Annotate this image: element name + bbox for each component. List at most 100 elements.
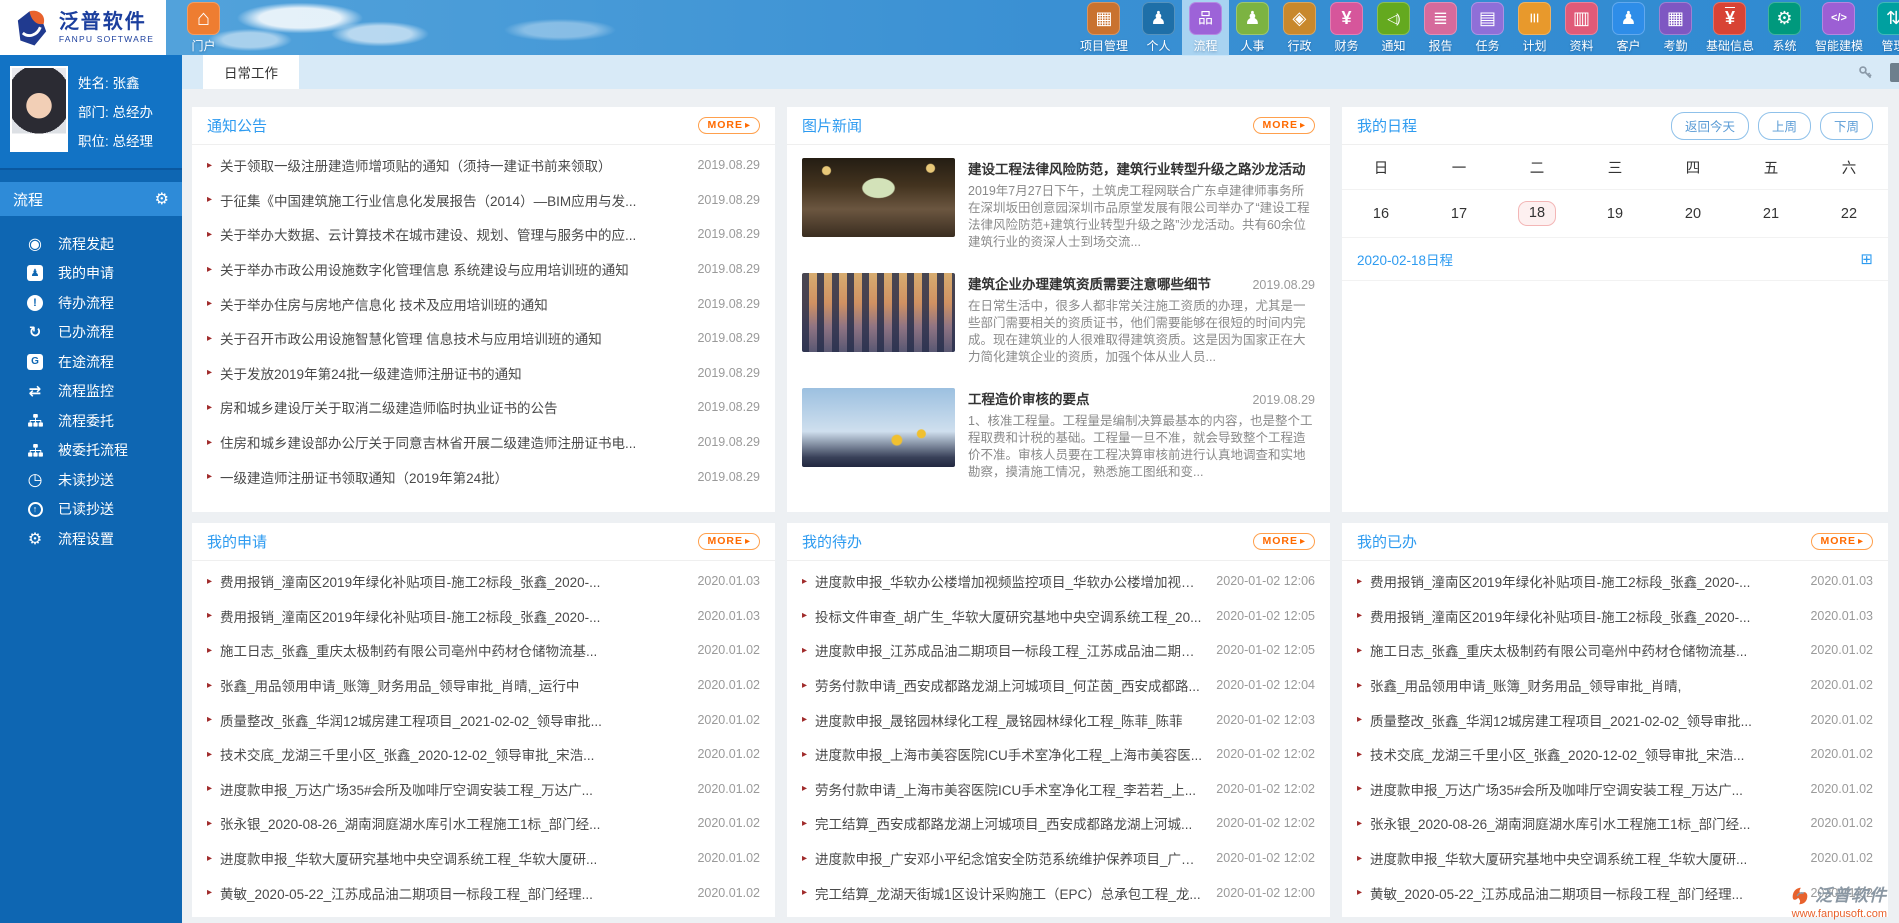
list-item[interactable]: 关于召开市政公用设施智慧化管理 信息技术与应用培训班的通知2019.08.29 xyxy=(207,321,760,356)
list-item[interactable]: 一级建造师注册证书领取通知（2019年第24批）2019.08.29 xyxy=(207,459,760,494)
nav-item-task[interactable]: 任务 xyxy=(1464,0,1511,56)
list-item[interactable]: 进度款申报_晟铭园林绿化工程_晟铭园林绿化工程_陈菲_陈菲2020-01-02 … xyxy=(802,702,1315,737)
news-item[interactable]: 建筑企业办理建筑资质需要注意哪些细节 2019.08.29 在日常生活中，很多人都… xyxy=(787,260,1330,375)
nav-item-plan[interactable]: 计划 xyxy=(1511,0,1558,56)
list-item[interactable]: 技术交底_龙湖三千里小区_张鑫_2020-12-02_领导审批_宋浩...202… xyxy=(207,737,760,772)
nav-item-finance[interactable]: 财务 xyxy=(1323,0,1370,56)
list-item[interactable]: 技术交底_龙湖三千里小区_张鑫_2020-12-02_领导审批_宋浩...202… xyxy=(1357,737,1873,772)
list-item[interactable]: 关于发放2019年第24批一级建造师注册证书的通知2019.08.29 xyxy=(207,356,760,391)
sidebar-item-done-flows[interactable]: 已办流程 xyxy=(0,318,182,348)
list-item[interactable]: 费用报销_潼南区2019年绿化补贴项目-施工2标段_张鑫_2020-...202… xyxy=(207,564,760,599)
bullet-icon xyxy=(802,853,807,864)
list-item[interactable]: 费用报销_潼南区2019年绿化补贴项目-施工2标段_张鑫_2020-...202… xyxy=(1357,599,1873,634)
panel-edge-icon[interactable] xyxy=(1890,62,1899,82)
more-button[interactable]: MORE xyxy=(698,117,760,134)
list-item[interactable]: 关于举办住房与房地产信息化 技术及应用培训班的通知2019.08.29 xyxy=(207,286,760,321)
sidebar-item-start-flow[interactable]: 流程发起 xyxy=(0,229,182,259)
more-button[interactable]: MORE xyxy=(698,533,760,550)
nav-item-modeling[interactable]: 智能建模 xyxy=(1808,0,1870,56)
news-item[interactable]: 建设工程法律风险防范，建筑行业转型升级之路沙龙活动 2019年7月27日下午，土… xyxy=(787,145,1330,260)
sidebar-item-flow-delegate[interactable]: 流程委托 xyxy=(0,406,182,436)
more-button[interactable]: MORE xyxy=(1811,533,1873,550)
nav-item-report[interactable]: 报告 xyxy=(1417,0,1464,56)
list-item[interactable]: 劳务付款申请_西安成都路龙湖上河城项目_何芷茵_西安成都路...2020-01-… xyxy=(802,668,1315,703)
list-item[interactable]: 张鑫_用品领用申请_账簿_财务用品_领导审批_肖晴,_运行中2020.01.02 xyxy=(207,668,760,703)
sidebar-item-flow-monitor[interactable]: 流程监控 xyxy=(0,377,182,407)
list-item[interactable]: 质量整改_张鑫_华润12城房建工程项目_2021-02-02_领导审批...20… xyxy=(1357,702,1873,737)
list-item[interactable]: 质量整改_张鑫_华润12城房建工程项目_2021-02-02_领导审批...20… xyxy=(207,702,760,737)
list-item[interactable]: 进度款申报_万达广场35#会所及咖啡厅空调安装工程_万达广...2020.01.… xyxy=(207,772,760,807)
fanpu-logo-icon xyxy=(1792,887,1808,905)
more-button[interactable]: MORE xyxy=(1253,117,1315,134)
sidebar-item-read-cc[interactable]: ↑ 已读抄送 xyxy=(0,495,182,525)
panel-my-dones: 我的已办 MORE 费用报销_潼南区2019年绿化补贴项目-施工2标段_张鑫_2… xyxy=(1342,523,1888,917)
nav-item-admin[interactable]: 行政 xyxy=(1276,0,1323,56)
news-item[interactable]: 工程造价审核的要点 2019.08.29 1、核准工程量。工程量是编制决算最基本的… xyxy=(787,375,1330,490)
calendar-date[interactable]: 17 xyxy=(1420,190,1498,237)
panel-my-todos: 我的待办 MORE 进度款申报_华软办公楼增加视频监控项目_华软办公楼增加视频.… xyxy=(787,523,1330,917)
nav-item-docs[interactable]: 资料 xyxy=(1558,0,1605,56)
sidebar-item-in-transit-flows[interactable]: G 在途流程 xyxy=(0,347,182,377)
list-item[interactable]: 进度款申报_华软大厦研究基地中央空调系统工程_华软大厦研...2020.01.0… xyxy=(207,841,760,876)
nav-item-personal[interactable]: 个人 xyxy=(1135,0,1182,56)
list-item[interactable]: 张永银_2020-08-26_湖南洞庭湖水库引水工程施工1标_部门经...202… xyxy=(1357,806,1873,841)
gear-icon[interactable] xyxy=(155,189,169,209)
calendar-date[interactable]: 20 xyxy=(1654,190,1732,237)
list-item[interactable]: 住房和城乡建设部办公厅关于同意吉林省开展二级建造师注册证书电...2019.08… xyxy=(207,425,760,460)
list-item[interactable]: 完工结算_西安成都路龙湖上河城项目_西安成都路龙湖上河城...2020-01-0… xyxy=(802,806,1315,841)
list-item[interactable]: 进度款申报_华软办公楼增加视频监控项目_华软办公楼增加视频...2020-01-… xyxy=(802,564,1315,599)
list-item[interactable]: 进度款申报_上海市美容医院ICU手术室净化工程_上海市美容医...2020-01… xyxy=(802,737,1315,772)
next-week-button[interactable]: 下周 xyxy=(1819,111,1873,140)
more-button[interactable]: MORE xyxy=(1253,533,1315,550)
list-item[interactable]: 施工日志_张鑫_重庆太极制药有限公司亳州中药材仓储物流基...2020.01.0… xyxy=(1357,633,1873,668)
nav-item-attendance[interactable]: 考勤 xyxy=(1652,0,1699,56)
list-item[interactable]: 进度款申报_广安邓小平纪念馆安全防范系统维护保养项目_广安...2020-01-… xyxy=(802,841,1315,876)
sidebar-item-flow-settings[interactable]: 流程设置 xyxy=(0,524,182,554)
sidebar-section-header[interactable]: 流程 xyxy=(0,182,182,216)
list-item[interactable]: 关于举办市政公用设施数字化管理信息 系统建设与应用培训班的通知2019.08.2… xyxy=(207,252,760,287)
applications-list: 费用报销_潼南区2019年绿化补贴项目-施工2标段_张鑫_2020-...202… xyxy=(192,561,775,910)
sidebar-item-unread-cc[interactable]: 未读抄送 xyxy=(0,465,182,495)
nav-item-project[interactable]: 项目管理 xyxy=(1073,0,1135,56)
list-item[interactable]: 张永银_2020-08-26_湖南洞庭湖水库引水工程施工1标_部门经...202… xyxy=(207,806,760,841)
list-item[interactable]: 于征集《中国建筑施工行业信息化发展报告（2014）—BIM应用与发...2019… xyxy=(207,183,760,218)
tab-label: 日常工作 xyxy=(224,66,278,81)
nav-item-hr[interactable]: 人事 xyxy=(1229,0,1276,56)
list-item[interactable]: 施工日志_张鑫_重庆太极制药有限公司亳州中药材仓储物流基...2020.01.0… xyxy=(207,633,760,668)
nav-item-workflow[interactable]: 流程 xyxy=(1181,0,1229,56)
sidebar-item-my-applications[interactable]: ♟ 我的申请 xyxy=(0,259,182,289)
calendar-date[interactable]: 22 xyxy=(1810,190,1888,237)
bullet-icon xyxy=(802,680,807,691)
sidebar-item-pending-flows[interactable]: ! 待办流程 xyxy=(0,288,182,318)
list-item[interactable]: 进度款申报_华软大厦研究基地中央空调系统工程_华软大厦研...2020.01.0… xyxy=(1357,841,1873,876)
list-item[interactable]: 费用报销_潼南区2019年绿化补贴项目-施工2标段_张鑫_2020-...202… xyxy=(1357,564,1873,599)
nav-item-manage[interactable]: 管理 xyxy=(1870,0,1899,56)
nav-item-base-info[interactable]: 基础信息 xyxy=(1699,0,1761,56)
list-item[interactable]: 投标文件审查_胡广生_华软大厦研究基地中央空调系统工程_20...2020-01… xyxy=(802,599,1315,634)
tab-daily-work[interactable]: 日常工作 xyxy=(203,55,299,89)
nav-item-system[interactable]: 系统 xyxy=(1761,0,1808,56)
calendar-date[interactable]: 16 xyxy=(1342,190,1420,237)
list-item[interactable]: 费用报销_潼南区2019年绿化补贴项目-施工2标段_张鑫_2020-...202… xyxy=(207,599,760,634)
list-item[interactable]: 进度款申报_万达广场35#会所及咖啡厅空调安装工程_万达广...2020.01.… xyxy=(1357,772,1873,807)
sidebar-item-delegated-flows[interactable]: 被委托流程 xyxy=(0,436,182,466)
calendar-date[interactable]: 21 xyxy=(1732,190,1810,237)
calendar-date-selected[interactable]: 18 xyxy=(1498,190,1576,237)
list-item[interactable]: 完工结算_龙湖天街城1区设计采购施工（EPC）总承包工程_龙...2020-01… xyxy=(802,875,1315,910)
prev-week-button[interactable]: 上周 xyxy=(1757,111,1811,140)
list-item[interactable]: 张鑫_用品领用申请_账簿_财务用品_领导审批_肖晴,2020.01.02 xyxy=(1357,668,1873,703)
list-item[interactable]: 关于举办大数据、云计算技术在城市建设、规划、管理与服务中的应...2019.08… xyxy=(207,217,760,252)
footer-url[interactable]: www.fanpusoft.com xyxy=(1792,908,1887,920)
add-schedule-icon[interactable] xyxy=(1860,250,1873,268)
list-item[interactable]: 关于领取一级注册建造师增项贴的通知（须持一建证书前来领取）2019.08.29 xyxy=(207,148,760,183)
list-item[interactable]: 进度款申报_江苏成品油二期项目一标段工程_江苏成品油二期项...2020-01-… xyxy=(802,633,1315,668)
calendar-date[interactable]: 19 xyxy=(1576,190,1654,237)
nav-item-customers[interactable]: 客户 xyxy=(1605,0,1652,56)
list-item[interactable]: 劳务付款申请_上海市美容医院ICU手术室净化工程_李若若_上...2020-01… xyxy=(802,772,1315,807)
back-to-today-button[interactable]: 返回今天 xyxy=(1670,111,1749,140)
list-item[interactable]: 房和城乡建设厅关于取消二级建造师临时执业证书的公告2019.08.29 xyxy=(207,390,760,425)
nav-item-notice[interactable]: 通知 xyxy=(1370,0,1417,56)
key-icon[interactable] xyxy=(1857,64,1874,81)
nav-item-portal[interactable]: 门户 xyxy=(180,0,227,56)
list-item[interactable]: 黄敏_2020-05-22_江苏成品油二期项目一标段工程_部门经理...2020… xyxy=(207,875,760,910)
